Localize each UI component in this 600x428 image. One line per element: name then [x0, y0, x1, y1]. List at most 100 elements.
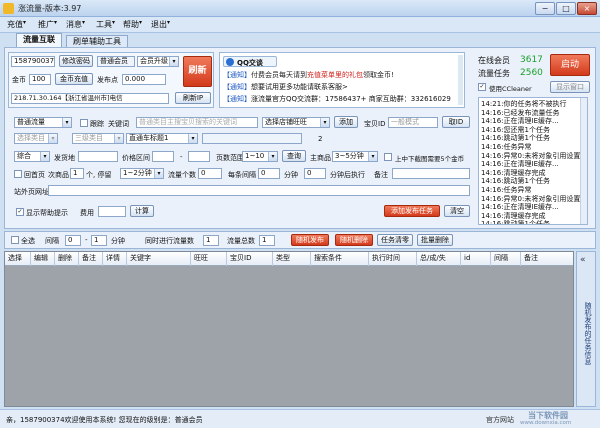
clear-button[interactable]: 清空 — [444, 205, 470, 217]
menu-tools[interactable]: 工具 — [96, 19, 112, 30]
log-line: 14:16:异常0:未将对象引用设置 — [481, 194, 581, 203]
official-site-link[interactable]: 官方网站 — [486, 415, 514, 425]
batch-delete-button[interactable]: 批量删除 — [417, 234, 453, 246]
random-delete-button[interactable]: 随机删除 — [335, 234, 373, 246]
col-remark-2[interactable]: 备注 — [521, 252, 573, 266]
task-reset-button[interactable]: 任务清零 — [377, 234, 413, 246]
shop-dropdown[interactable]: 选择店铺旺旺 ▾ — [262, 117, 330, 128]
col-search[interactable]: 搜索条件 — [311, 252, 369, 266]
col-id[interactable]: id — [461, 252, 491, 266]
price-label: 价格区间 — [122, 154, 150, 162]
log-line: 14:16:正在清理IE缓存... — [481, 160, 559, 169]
title-dropdown[interactable]: 直通车标题1 ▾ — [126, 133, 198, 144]
ship-input[interactable] — [78, 151, 118, 162]
add-button[interactable]: 添加 — [334, 116, 358, 128]
start-button[interactable]: 启动 — [550, 54, 590, 76]
col-remark[interactable]: 备注 — [79, 252, 103, 266]
interval-b-input[interactable]: 1 — [91, 235, 107, 246]
watermark: 当下软件园 www.downxia.com — [514, 410, 598, 428]
side-toggle-button[interactable]: « — [580, 255, 586, 265]
notice-scrollbar[interactable] — [458, 55, 463, 105]
menu-recharge[interactable]: 充值 — [7, 19, 23, 30]
col-select[interactable]: 选择 — [5, 252, 31, 266]
subcategory-dropdown[interactable]: 三级类目 ▾ — [72, 133, 124, 144]
qq-icon — [226, 58, 234, 66]
delay-input[interactable]: 0 — [304, 168, 326, 179]
main-item-label: 主商品 — [310, 154, 331, 162]
ccleaner-checkbox[interactable]: ✓ — [478, 83, 486, 91]
concurrent-label: 同时进行流量数 — [145, 237, 194, 245]
sub-item-count[interactable]: 1 — [70, 168, 84, 179]
side-panel: « 随机发布的任务信息 — [576, 251, 596, 407]
item-id-label: 宝贝ID — [364, 120, 386, 128]
sub-item-label: 次商品 — [48, 171, 69, 179]
log-line: 14:16:正在清理IE缓存... — [481, 203, 559, 212]
col-wangwang[interactable]: 旺旺 — [191, 252, 227, 266]
col-detail[interactable]: 详情 — [103, 252, 127, 266]
log-scrollbar[interactable] — [580, 98, 587, 224]
track-checkbox[interactable] — [80, 119, 88, 127]
refresh-button[interactable]: 刷新 — [183, 56, 212, 87]
tab-flow-exchange[interactable]: 流量互联 — [16, 33, 62, 47]
sort-dropdown[interactable]: 综合 ▾ — [14, 151, 50, 162]
help-checkbox[interactable]: ✓ — [16, 208, 24, 216]
concurrent-input[interactable]: 1 — [203, 235, 219, 246]
col-total[interactable]: 总/成/失 — [417, 252, 461, 266]
col-interval[interactable]: 间隔 — [491, 252, 521, 266]
price-min-input[interactable] — [152, 151, 174, 162]
main-item-dropdown[interactable]: 3~5分钟 ▾ — [332, 151, 378, 162]
minimize-button[interactable]: − — [535, 2, 555, 15]
log-line: 14:16:跳动第1个任务 — [481, 177, 550, 186]
log-panel: 14:21:你的任务将不被执行 14:16:已经发布流量任务 14:16:正在清理I… — [478, 97, 588, 225]
page-number: 2 — [318, 135, 323, 143]
title-bar: 涨流量-版本:3.97 − □ × — [0, 0, 600, 17]
keyword-input[interactable]: 普通类目主搜宝贝搜索的关键词 — [136, 117, 258, 128]
col-keyword[interactable]: 关键字 — [127, 252, 191, 266]
notice-2: 【通知】想要试用更多功能请联系客服> — [223, 83, 348, 91]
col-type[interactable]: 类型 — [273, 252, 311, 266]
qq-chat-button[interactable]: QQ交谈 — [223, 56, 277, 67]
pages-dropdown[interactable]: 1~10 ▾ — [242, 151, 278, 162]
maximize-button[interactable]: □ — [556, 2, 576, 15]
menu-promote[interactable]: 推广 — [38, 19, 54, 30]
tab-brush-tools[interactable]: 刷单辅助工具 — [66, 35, 128, 47]
tab-strip: 流量互联 刷单辅助工具 — [0, 33, 600, 47]
get-id-button[interactable]: 取ID — [442, 116, 470, 128]
calc-button[interactable]: 计算 — [130, 205, 154, 217]
title-input[interactable] — [202, 133, 302, 144]
col-delete[interactable]: 删除 — [55, 252, 79, 266]
upgrade-dropdown[interactable]: 会员升级 ▾ — [137, 56, 179, 67]
screenshot-checkbox[interactable] — [384, 153, 392, 161]
remark-input[interactable] — [392, 168, 470, 179]
home-checkbox[interactable] — [14, 170, 22, 178]
query-button[interactable]: 查询 — [282, 150, 306, 162]
total-input[interactable]: 1 — [259, 235, 275, 246]
menu-exit[interactable]: 退出 — [151, 19, 167, 30]
select-all-checkbox[interactable] — [11, 236, 19, 244]
close-button[interactable]: × — [577, 2, 597, 15]
flow-count-input[interactable]: 0 — [198, 168, 222, 179]
col-exec-time[interactable]: 执行时间 — [369, 252, 417, 266]
show-window-button[interactable]: 显示窗口 — [550, 81, 590, 93]
sub-stay-dropdown[interactable]: 1~2分钟 ▾ — [120, 168, 164, 179]
category-dropdown[interactable]: 选择类目 ▾ — [14, 133, 58, 144]
menu-messages[interactable]: 消息 — [66, 19, 82, 30]
price-max-input[interactable] — [188, 151, 210, 162]
account-panel: 1587900374 修改密码 普通会员 会员升级 ▾ 刷新 金币 100 金币充… — [8, 52, 214, 108]
track-label: 跟踪 — [90, 120, 104, 128]
menu-help[interactable]: 帮助 — [123, 19, 139, 30]
ccleaner-label: 使用CCleaner — [489, 85, 532, 93]
gold-recharge-button[interactable]: 金币充值 — [55, 73, 93, 85]
refresh-ip-button[interactable]: 刷新IP — [175, 92, 211, 104]
item-id-input[interactable]: 一般模式 — [388, 117, 438, 128]
interval-input[interactable]: 0 — [258, 168, 280, 179]
interval-a-input[interactable]: 0 — [65, 235, 81, 246]
col-edit[interactable]: 编辑 — [31, 252, 55, 266]
select-all-label: 全选 — [21, 237, 35, 245]
random-publish-button[interactable]: 随机发布 — [291, 234, 329, 246]
url-input[interactable] — [48, 185, 470, 196]
col-item-id[interactable]: 宝贝ID — [227, 252, 273, 266]
flow-type-dropdown[interactable]: 普通流量 ▾ — [14, 117, 72, 128]
change-password-button[interactable]: 修改密码 — [59, 55, 93, 67]
publish-button[interactable]: 添加发布任务 — [384, 205, 440, 217]
